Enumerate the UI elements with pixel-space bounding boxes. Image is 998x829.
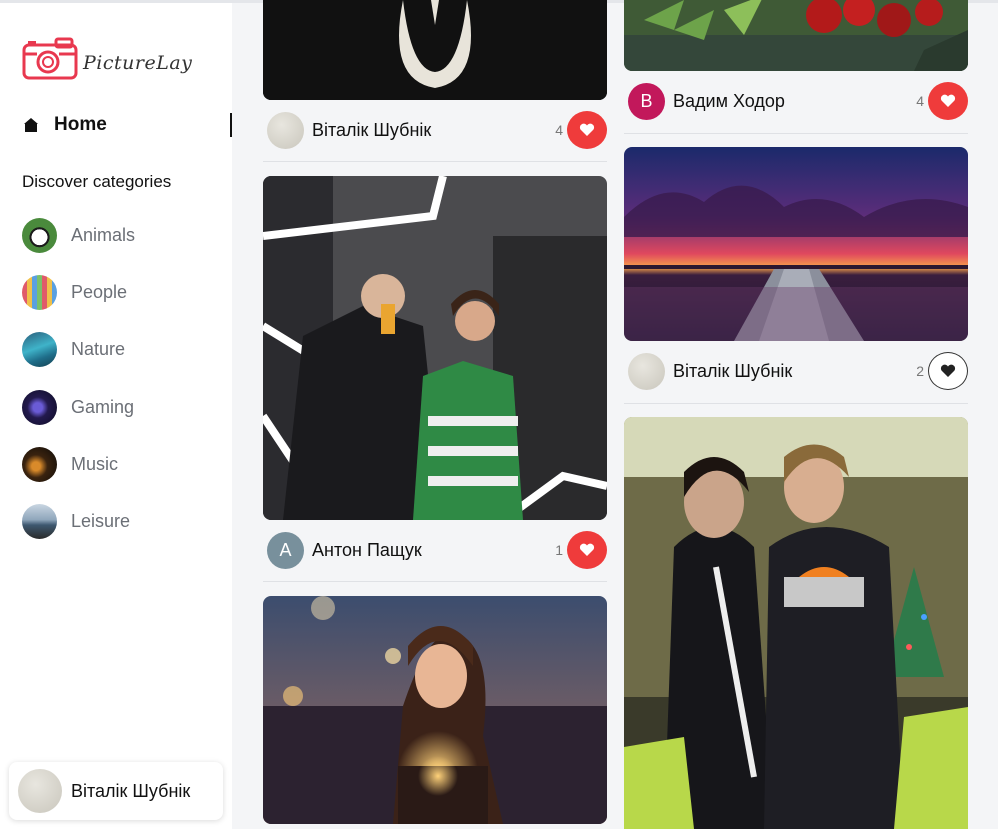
categories-heading: Discover categories: [22, 172, 172, 191]
pin-image[interactable]: [624, 147, 968, 341]
avatar: [18, 769, 62, 813]
category-label: Nature: [71, 339, 126, 360]
like-button[interactable]: [928, 82, 968, 120]
pin-image[interactable]: [624, 417, 968, 829]
divider: [263, 161, 607, 162]
avatar-initial: А: [279, 539, 292, 560]
avatar[interactable]: В: [628, 82, 665, 120]
pin-image[interactable]: [263, 176, 607, 520]
category-label: Leisure: [71, 511, 131, 532]
pin-picture: [263, 596, 607, 824]
category-label: Music: [71, 454, 119, 475]
lake-icon: [22, 332, 57, 368]
pin-image[interactable]: [263, 596, 607, 824]
current-user-card[interactable]: Віталік Шубнік: [9, 762, 223, 820]
home-icon: [24, 117, 38, 132]
like-button[interactable]: [567, 531, 607, 569]
pin-feed: Віталік Шубнік 4 А Антон Пащук 1 В Вадим…: [232, 0, 998, 829]
heart-icon: [940, 364, 956, 377]
author-name[interactable]: Віталік Шубнік: [673, 361, 792, 382]
avatar-initial: В: [640, 90, 653, 111]
pin-footer: Віталік Шубнік 4: [267, 111, 607, 149]
pin-image[interactable]: [263, 0, 607, 100]
category-list: Animals People Nature Gaming Music Leisu…: [22, 217, 135, 561]
pin-picture: [624, 0, 968, 71]
like-count: 1: [555, 542, 563, 558]
pin-footer: В Вадим Ходор 4: [628, 82, 968, 120]
divider: [263, 581, 607, 582]
like-button[interactable]: [567, 111, 607, 149]
heart-icon: [579, 543, 595, 556]
like-count: 4: [916, 93, 924, 109]
camera-icon: [22, 37, 78, 80]
like-count: 4: [555, 122, 563, 138]
divider: [624, 403, 968, 404]
current-user-name: Віталік Шубнік: [71, 780, 191, 801]
pin-picture: [263, 176, 607, 520]
sidebar: PictureLay Home Discover categories Anim…: [0, 0, 232, 829]
category-music[interactable]: Music: [22, 447, 135, 483]
author-name[interactable]: Антон Пащук: [312, 540, 422, 561]
people-icon: [22, 274, 57, 310]
nav-home-label: Home: [54, 113, 107, 135]
pin-picture: [624, 147, 968, 341]
like-button[interactable]: [928, 352, 968, 390]
category-nature[interactable]: Nature: [22, 332, 135, 368]
pin-footer: А Антон Пащук 1: [267, 531, 607, 569]
avatar[interactable]: А: [267, 531, 304, 569]
category-animals[interactable]: Animals: [22, 217, 135, 253]
heart-icon: [940, 94, 956, 107]
beach-icon: [22, 504, 57, 540]
pin-image[interactable]: [624, 0, 968, 71]
author-name[interactable]: Вадим Ходор: [673, 91, 785, 112]
category-leisure[interactable]: Leisure: [22, 504, 135, 540]
category-label: Gaming: [71, 396, 135, 417]
pin-picture: [624, 417, 968, 829]
panda-icon: [22, 217, 57, 253]
like-count: 2: [916, 363, 924, 379]
brand-name: PictureLay: [83, 52, 193, 74]
divider: [624, 133, 968, 134]
brand-logo[interactable]: PictureLay: [22, 37, 192, 81]
category-label: People: [71, 281, 128, 302]
category-label: Animals: [71, 224, 136, 245]
avatar[interactable]: [628, 352, 665, 390]
category-gaming[interactable]: Gaming: [22, 389, 135, 425]
concert-icon: [22, 447, 57, 483]
avatar[interactable]: [267, 111, 304, 149]
heart-icon: [579, 123, 595, 136]
pin-footer: Віталік Шубнік 2: [628, 352, 968, 390]
pin-picture: [263, 0, 607, 100]
category-people[interactable]: People: [22, 274, 135, 310]
author-name[interactable]: Віталік Шубнік: [312, 120, 431, 141]
game-icon: [22, 389, 57, 425]
nav-home[interactable]: Home: [22, 111, 232, 138]
